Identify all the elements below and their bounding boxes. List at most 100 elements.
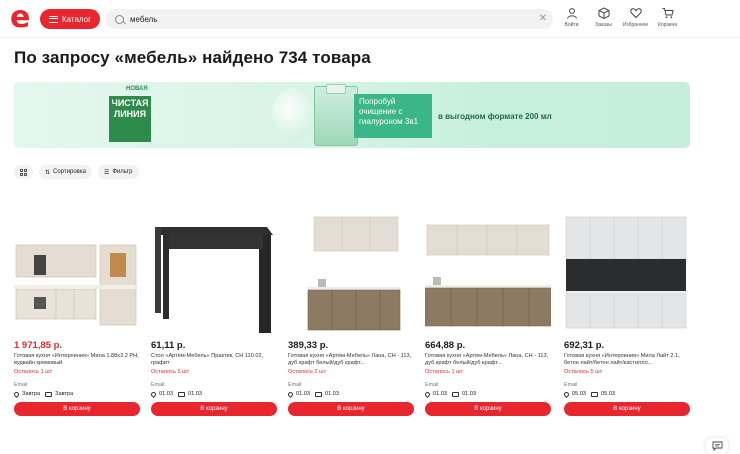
- product-delivery: 05.03 05.03: [562, 390, 615, 398]
- pickup-date: 01.03: [296, 391, 310, 397]
- nav-cart-label: Корзина: [657, 22, 678, 28]
- product-delivery: 01.03 01.03: [423, 390, 476, 398]
- brand-logo: ЧИСТАЯ ЛИНИЯ: [109, 96, 151, 142]
- pickup-date: 01.03: [433, 391, 447, 397]
- product-card[interactable]: 61,11 р. Стол «Артём-Мебель» Практик, СН…: [149, 205, 277, 416]
- pickup-icon: [423, 390, 432, 398]
- filter-button[interactable]: ☰ Фильтр: [97, 165, 139, 179]
- chat-button[interactable]: [706, 438, 728, 454]
- brand-line-2: ЛИНИЯ: [113, 109, 147, 119]
- product-price: 389,33 р.: [288, 340, 329, 351]
- search-bar[interactable]: ✕: [105, 9, 553, 29]
- nav-favorites[interactable]: Избранное: [622, 7, 649, 28]
- banner-promo-text: Попробуй очищение с гиалуроном 3в1: [354, 94, 432, 138]
- pickup-icon: [149, 390, 158, 398]
- product-card[interactable]: 692,31 р. Готовая кухня «Интерлиния» Мил…: [562, 205, 690, 416]
- product-price: 664,88 р.: [425, 340, 466, 351]
- product-delivery: 01.03 01.03: [286, 390, 339, 398]
- product-name[interactable]: Готовая кухня «Артём-Мебель» Лана, СН - …: [288, 353, 414, 367]
- filter-icon: ☰: [103, 169, 110, 176]
- add-to-cart-button[interactable]: В корзину: [14, 402, 140, 416]
- pickup-icon: [286, 390, 295, 398]
- product-seller: Email: [425, 382, 439, 388]
- product-card[interactable]: 389,33 р. Готовая кухня «Артём-Мебель» Л…: [286, 205, 414, 416]
- grid-view-button[interactable]: [14, 165, 33, 179]
- filter-label: Фильтр: [112, 169, 133, 175]
- courier-icon: [315, 391, 322, 397]
- box-icon: [598, 7, 609, 19]
- product-image[interactable]: [424, 205, 552, 333]
- product-card[interactable]: 1 971,85 р. Готовая кухня «Интерлиния» М…: [12, 205, 140, 416]
- product-image[interactable]: [14, 205, 140, 333]
- toolbar: ⇅ Сортировка ☰ Фильтр: [14, 165, 139, 179]
- pickup-date: 01.03: [159, 391, 173, 397]
- pickup-date: 05.03: [572, 391, 586, 397]
- product-name[interactable]: Готовая кухня «Артём-Мебель» Лана, СН - …: [425, 353, 551, 367]
- product-name[interactable]: Готовая кухня «Интерлиния» Мила Лайт 2.1…: [564, 353, 690, 367]
- catalog-label: Каталог: [61, 14, 92, 24]
- product-bottle-image: [314, 86, 358, 146]
- product-stock: Осталось 5 шт: [151, 369, 190, 375]
- product-image[interactable]: [151, 205, 277, 335]
- top-nav: Войти Заказы Избранное Корзина: [560, 7, 679, 28]
- nav-orders-label: Заказы: [595, 22, 612, 28]
- page-title: По запросу «мебель» найдено 734 товара: [14, 48, 371, 67]
- cart-icon: [662, 8, 674, 19]
- product-price: 1 971,85 р.: [14, 340, 63, 351]
- product-image[interactable]: [288, 205, 414, 333]
- add-to-cart-button[interactable]: В корзину: [288, 402, 414, 416]
- add-to-cart-button[interactable]: В корзину: [151, 402, 277, 416]
- banner-promo-text-2: в выгодном формате 200 мл: [438, 112, 552, 121]
- pickup-icon: [562, 390, 571, 398]
- courier-date: 05.03: [601, 391, 615, 397]
- product-stock: Осталось 5 шт: [564, 369, 603, 375]
- add-to-cart-button[interactable]: В корзину: [425, 402, 551, 416]
- courier-icon: [45, 391, 53, 397]
- product-stock: Осталось 1 шт: [14, 369, 53, 375]
- courier-date: 01.03: [325, 391, 339, 397]
- add-to-cart-button[interactable]: В корзину: [564, 402, 690, 416]
- menu-icon: [48, 15, 58, 23]
- product-seller: Email: [564, 382, 578, 388]
- banner-bubble-image: [272, 88, 314, 140]
- product-image[interactable]: [564, 205, 690, 333]
- courier-icon: [178, 391, 185, 397]
- courier-date: 01.03: [188, 391, 202, 397]
- brand-line-1: ЧИСТАЯ: [111, 98, 149, 108]
- promo-banner[interactable]: НОВАЯ ЧИСТАЯ ЛИНИЯ Попробуй очищение с г…: [14, 82, 690, 148]
- nav-orders[interactable]: Заказы: [592, 7, 615, 28]
- product-delivery: Завтра Завтра: [12, 390, 74, 398]
- catalog-button[interactable]: Каталог: [40, 9, 100, 29]
- nav-favorites-label: Избранное: [622, 22, 649, 28]
- banner-new-label: НОВАЯ: [126, 86, 148, 92]
- product-delivery: 01.03 01.03: [149, 390, 202, 398]
- chat-icon: [712, 441, 722, 451]
- product-name[interactable]: Готовая кухня «Интерлиния» Мила 1.88х3.2…: [14, 353, 140, 367]
- courier-icon: [591, 391, 598, 397]
- heart-icon: [629, 8, 642, 19]
- product-seller: Email: [288, 382, 302, 388]
- product-cap-image: [326, 84, 346, 94]
- product-price: 61,11 р.: [151, 340, 186, 351]
- product-stock: Осталось 1 шт: [425, 369, 464, 375]
- courier-date: 01.03: [462, 391, 476, 397]
- product-seller: Email: [14, 382, 28, 388]
- sort-icon: ⇅: [45, 169, 51, 176]
- nav-login-label: Войти: [564, 22, 579, 28]
- grid-icon: [20, 168, 27, 176]
- pickup-date: Завтра: [22, 391, 41, 397]
- product-card[interactable]: 664,88 р. Готовая кухня «Артём-Мебель» Л…: [423, 205, 552, 416]
- sort-button[interactable]: ⇅ Сортировка: [39, 165, 92, 179]
- sort-label: Сортировка: [53, 169, 86, 175]
- nav-login[interactable]: Войти: [560, 7, 583, 28]
- nav-cart[interactable]: Корзина: [656, 7, 679, 28]
- logo[interactable]: e: [10, 3, 32, 33]
- header: e Каталог ✕ Войти Заказы Избранное Корзи…: [0, 0, 740, 38]
- search-input[interactable]: [130, 14, 510, 24]
- product-name[interactable]: Стол «Артём-Мебель» Практик, СН 110.02, …: [151, 353, 277, 367]
- courier-date: Завтра: [55, 391, 74, 397]
- clear-search-icon[interactable]: ✕: [539, 13, 547, 25]
- search-icon: [115, 14, 124, 24]
- product-seller: Email: [151, 382, 165, 388]
- product-stock: Осталось 2 шт: [288, 369, 327, 375]
